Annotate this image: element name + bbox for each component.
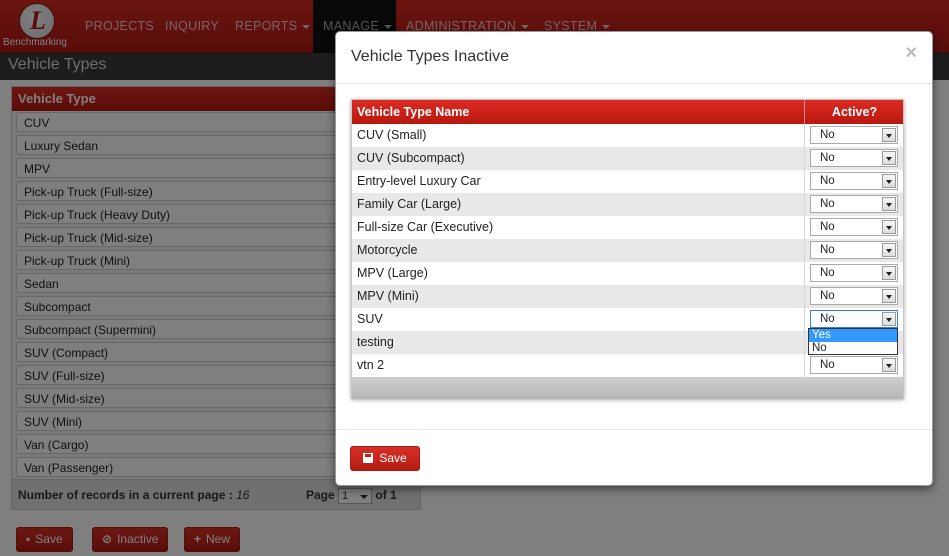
modal-save-button[interactable]: Save [350,446,420,471]
dropdown-option-no[interactable]: No [809,342,897,355]
column-divider [804,331,805,354]
vehicle-type-name: SUV [357,312,383,326]
active-select-value: No [820,221,835,233]
dropdown-option-yes[interactable]: Yes [809,329,897,342]
table-row: Entry-level Luxury Car No [352,170,903,193]
active-select-value: No [820,175,835,187]
active-select-value: No [820,244,835,256]
chevron-down-icon[interactable] [882,312,896,326]
chevron-down-icon[interactable] [882,174,896,188]
table-row: Family Car (Large) No [352,193,903,216]
vehicle-type-name: Entry-level Luxury Car [357,174,481,188]
chevron-down-icon[interactable] [882,151,896,165]
table-row: vtn 2 No [352,354,903,377]
column-divider [804,262,805,285]
column-divider [804,354,805,377]
vehicle-type-name: Motorcycle [357,243,418,257]
active-select[interactable]: No [810,172,898,190]
vehicle-type-name: MPV (Mini) [357,289,419,303]
vehicle-type-name: MPV (Large) [357,266,428,280]
active-select-value: No [820,198,835,210]
active-select[interactable]: No [810,149,898,167]
modal-footer: Save [336,429,932,486]
active-select-value: No [820,267,835,279]
active-select-value: No [820,152,835,164]
table-row: Motorcycle No [352,239,903,262]
column-divider [804,285,805,308]
active-select[interactable]: No [810,195,898,213]
chevron-down-icon[interactable] [882,358,896,372]
table-row: CUV (Small) No [352,124,903,147]
chevron-down-icon[interactable] [882,266,896,280]
vehicle-type-name: vtn 2 [357,358,385,372]
modal-header: Vehicle Types Inactive × [336,32,932,84]
active-select[interactable]: No [810,241,898,259]
active-select-value: No [820,129,835,141]
vehicle-type-name: CUV (Small) [357,128,427,142]
active-select[interactable]: No [810,218,898,236]
floppy-icon [363,453,374,463]
column-header-active[interactable]: Active? [804,100,904,124]
column-header-name[interactable]: Vehicle Type Name [357,100,469,124]
active-select-value: No [820,359,835,371]
column-divider [804,216,805,239]
column-divider [804,124,805,147]
chevron-down-icon[interactable] [882,220,896,234]
table-row: MPV (Mini) No [352,285,903,308]
column-divider [804,193,805,216]
column-divider [804,170,805,193]
active-dropdown-list: Yes No [808,328,898,355]
modal-title: Vehicle Types Inactive [351,48,510,65]
chevron-down-icon[interactable] [882,128,896,142]
grid-header: Vehicle Type Name Active? [352,100,903,124]
vehicle-type-name: Full-size Car (Executive) [357,220,494,234]
column-divider [804,239,805,262]
grid-footer [352,377,903,399]
active-select-value: No [820,313,835,325]
chevron-down-icon[interactable] [882,289,896,303]
active-select[interactable]: No [810,264,898,282]
close-icon[interactable]: × [905,42,917,64]
inactive-modal: Vehicle Types Inactive × Vehicle Type Na… [335,31,933,486]
vehicle-type-name: testing [357,335,394,349]
column-divider [804,308,805,331]
table-row: MPV (Large) No [352,262,903,285]
active-select-value: No [820,290,835,302]
chevron-down-icon[interactable] [882,197,896,211]
active-select[interactable]: No [810,310,898,328]
active-select[interactable]: No [810,287,898,305]
vehicle-type-name: Family Car (Large) [357,197,462,211]
active-select[interactable]: No [810,356,898,374]
column-divider [804,147,805,170]
active-select[interactable]: No [810,126,898,144]
chevron-down-icon[interactable] [882,243,896,257]
table-row: CUV (Subcompact) No [352,147,903,170]
vehicle-type-name: CUV (Subcompact) [357,151,465,165]
table-row: Full-size Car (Executive) No [352,216,903,239]
